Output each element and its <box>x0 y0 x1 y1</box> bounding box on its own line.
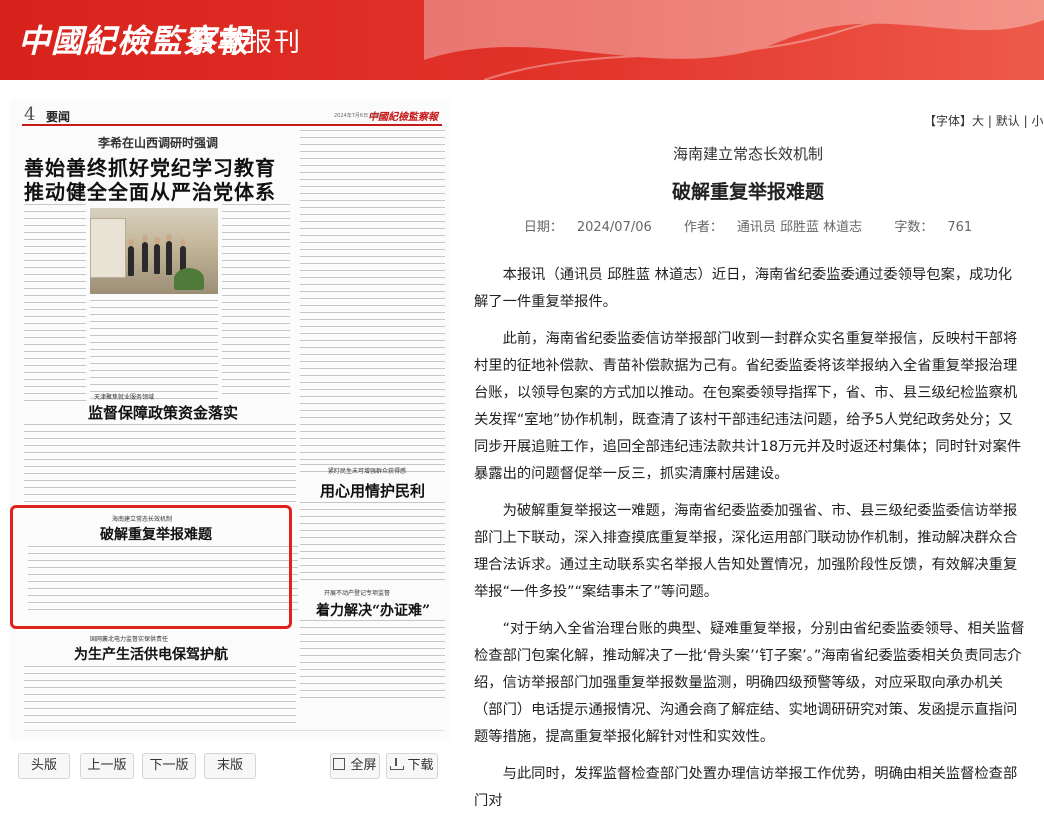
story4-text <box>24 666 296 726</box>
prev-page-button[interactable]: 上一版 <box>80 753 134 779</box>
article-paragraph: 此前，海南省纪委监委信访举报部门收到一封群众实名重复举报信，反映村干部将村里的征… <box>474 331 1022 482</box>
font-default-button[interactable]: 默认 <box>996 114 1020 128</box>
font-size-control: 【字体】大 | 默认 | 小 <box>924 112 1043 129</box>
article-paragraph: 本报讯（通讯员 邱胜蓝 林道志）近日，海南省纪委监委通过委领导包案，成功化解了一… <box>474 267 1013 310</box>
download-icon <box>390 758 405 770</box>
font-sep: | <box>1023 114 1028 128</box>
story5-headline[interactable]: 用心用情护民利 <box>320 480 425 501</box>
story1-headline-2[interactable]: 推动健全全面从严治党体系 <box>24 176 276 205</box>
words-label: 字数： <box>894 220 934 235</box>
font-large-button[interactable]: 大 <box>972 114 984 128</box>
font-small-button[interactable]: 小 <box>1031 114 1043 128</box>
fullscreen-label: 全屏 <box>350 758 377 773</box>
font-sep: | <box>987 114 992 128</box>
page-number: 4 <box>24 104 36 125</box>
author-label: 作者： <box>683 220 723 235</box>
article-author: 通讯员 邱胜蓝 林道志 <box>736 220 863 235</box>
article-title: 破解重复举报难题 <box>671 181 824 203</box>
article-supertitle: 海南建立常态长效机制 <box>672 145 823 163</box>
section-name: 要闻 <box>46 110 71 124</box>
download-button[interactable]: 下载 <box>386 753 438 779</box>
date-label: 日期： <box>523 220 563 235</box>
story1-text-col1 <box>24 204 86 404</box>
article-word-count: 761 <box>947 220 973 235</box>
fullscreen-icon <box>333 758 346 770</box>
page-masthead: 中國紀檢監察報 <box>368 112 438 123</box>
story2-headline[interactable]: 监督保障政策资金落实 <box>88 402 238 423</box>
highlight-box <box>10 505 292 629</box>
newspaper-page[interactable]: 4 要闻 2024年7月6日 星期六 中國紀檢監察報 李希在山西调研时强调 善始… <box>10 100 450 740</box>
article-paragraph: 为破解重复举报这一难题，海南省纪委监委加强省、市、县三级纪委监委信访举报部门上下… <box>474 503 1018 600</box>
first-page-button[interactable]: 头版 <box>18 753 70 779</box>
news-photo[interactable] <box>90 208 218 294</box>
page-header-row: 4 要闻 2024年7月6日 星期六 中國紀檢監察報 <box>22 104 442 126</box>
story5-text <box>300 502 445 582</box>
header-wave-decoration <box>424 0 1044 80</box>
story1-text-col3 <box>222 204 290 394</box>
story6-headline[interactable]: 着力解决“办证难” <box>316 600 430 620</box>
fullscreen-button[interactable]: 全屏 <box>330 753 380 779</box>
article-meta: 日期： 2024/07/06 作者： 通讯员 邱胜蓝 林道志 字数： 761 <box>463 216 1033 235</box>
download-label: 下载 <box>407 758 434 773</box>
article-paragraph: 与此同时，发挥监督检查部门处置办理信访举报工作优势，明确由相关监督检查部门对 <box>474 766 1018 809</box>
article-body: 本报讯（通讯员 邱胜蓝 林道志）近日，海南省纪委监委通过委领导包案，成功化解了一… <box>474 262 1026 825</box>
story4-kicker[interactable]: 国网襄北电力监督实保供责任 <box>90 634 168 643</box>
last-page-button[interactable]: 末版 <box>204 753 256 779</box>
site-header: 中國紀檢監察報 数字报刊 <box>0 0 1044 80</box>
story1-text-col2 <box>90 300 218 400</box>
story5-kicker[interactable]: 紧盯民生未可增强群众获得感 <box>328 466 406 475</box>
story6-kicker[interactable]: 开展不动产登记专项监督 <box>324 588 390 597</box>
font-label: 【字体】 <box>924 114 973 128</box>
next-page-button[interactable]: 下一版 <box>142 753 196 779</box>
site-subtitle: 数字报刊 <box>190 28 303 58</box>
right-column-text <box>300 130 445 460</box>
story2-kicker[interactable]: 天津聚焦就业服务领域 <box>94 392 154 401</box>
story1-kicker[interactable]: 李希在山西调研时强调 <box>98 134 218 151</box>
page-footer-line <box>24 730 444 736</box>
story4-headline[interactable]: 为生产生活供电保驾护航 <box>74 644 228 664</box>
article-date: 2024/07/06 <box>576 220 652 235</box>
story6-text <box>300 620 445 700</box>
article-paragraph: “对于纳入全省治理台账的典型、疑难重复举报，分别由省纪委监委领导、相关监督检查部… <box>474 621 1025 745</box>
story2-text <box>24 424 296 504</box>
